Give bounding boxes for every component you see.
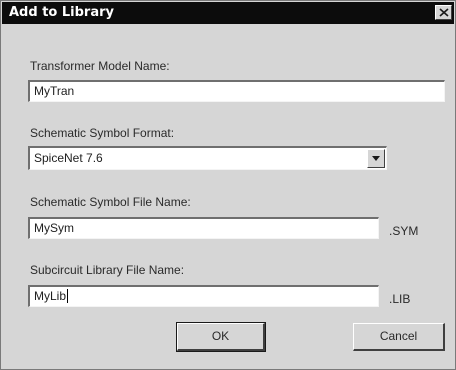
symbol-format-dropdown-button[interactable]: [367, 149, 385, 168]
model-name-label: Transformer Model Name:: [30, 59, 170, 73]
close-button[interactable]: [435, 5, 452, 20]
library-file-label: Subcircuit Library File Name:: [30, 263, 185, 277]
text-cursor: [67, 289, 69, 303]
symbol-format-label: Schematic Symbol Format:: [30, 126, 175, 140]
ok-button[interactable]: OK: [176, 322, 266, 352]
cancel-button[interactable]: Cancel: [353, 323, 445, 351]
symbol-file-input[interactable]: MySym: [28, 217, 379, 239]
symbol-format-select[interactable]: SpiceNet 7.6: [28, 146, 387, 170]
symbol-format-value: SpiceNet 7.6: [34, 151, 103, 165]
close-x-icon: [439, 8, 449, 17]
library-file-value: MyLib: [34, 289, 67, 303]
symbol-file-label: Schematic Symbol File Name:: [30, 195, 191, 209]
window-title: Add to Library: [9, 5, 114, 20]
symbol-file-value: MySym: [34, 221, 74, 235]
library-file-input[interactable]: MyLib: [28, 285, 379, 307]
library-file-extension: .LIB: [389, 292, 411, 306]
model-name-value: MyTran: [34, 84, 75, 98]
add-to-library-dialog: Add to Library Transformer Model Name: M…: [0, 0, 456, 370]
model-name-input[interactable]: MyTran: [28, 80, 445, 102]
symbol-file-extension: .SYM: [389, 224, 419, 238]
chevron-down-icon: [372, 156, 380, 161]
title-bar: Add to Library: [2, 2, 454, 24]
